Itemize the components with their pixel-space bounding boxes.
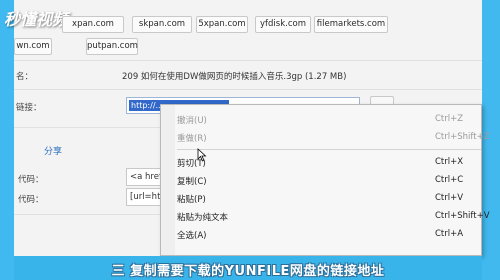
mouse-cursor-icon bbox=[197, 148, 207, 162]
menu-item-label: 重做(R) bbox=[177, 134, 207, 144]
menu-item-shortcut: Ctrl+Z bbox=[435, 114, 464, 124]
menu-item-cut[interactable]: 剪切(T) Ctrl+X bbox=[161, 154, 481, 172]
domain-button[interactable]: xpan.com bbox=[62, 16, 124, 33]
menu-item-shortcut: Ctrl+X bbox=[435, 157, 464, 167]
subtitle-bar: 三 复制需要下载的YUNFILE网盘的链接地址 bbox=[14, 256, 482, 280]
watermark-logo: 秒懂视频 bbox=[4, 10, 69, 29]
domain-button[interactable]: putpan.com bbox=[86, 38, 138, 55]
domain-button[interactable]: wn.com bbox=[14, 38, 52, 55]
download-link-label: 链接： bbox=[16, 103, 42, 113]
menu-separator bbox=[177, 149, 481, 150]
share-section-title: 分享 bbox=[44, 147, 63, 157]
menu-item-label: 全选(A) bbox=[177, 231, 207, 241]
divider bbox=[14, 60, 482, 61]
menu-item-label: 复制(C) bbox=[177, 177, 207, 187]
html-code-label: 代码： bbox=[18, 175, 44, 185]
domain-button[interactable]: skpan.com bbox=[132, 16, 192, 33]
menu-item-select-all[interactable]: 全选(A) Ctrl+A bbox=[161, 226, 481, 244]
menu-item-shortcut: Ctrl+Shift+Z bbox=[435, 132, 490, 142]
forum-code-label: 代码： bbox=[18, 195, 44, 205]
file-name-value: 209 如何在使用DW做网页的时候插入音乐.3gp (1.27 MB) bbox=[122, 72, 347, 82]
menu-item-shortcut: Ctrl+C bbox=[435, 175, 464, 185]
context-menu: 撤消(U) Ctrl+Z 重做(R) Ctrl+Shift+Z 剪切(T) Ct… bbox=[160, 104, 490, 256]
menu-item-shortcut: Ctrl+A bbox=[435, 229, 464, 239]
menu-item-label: 粘贴为纯文本 bbox=[177, 213, 229, 223]
menu-item-copy[interactable]: 复制(C) Ctrl+C bbox=[161, 172, 481, 190]
menu-item-shortcut: Ctrl+Shift+V bbox=[435, 211, 490, 221]
divider bbox=[14, 89, 482, 90]
file-name-label: 名： bbox=[16, 72, 34, 82]
menu-item-shortcut: Ctrl+V bbox=[435, 193, 464, 203]
menu-item-paste[interactable]: 粘贴(P) Ctrl+V bbox=[161, 190, 481, 208]
left-border bbox=[0, 0, 14, 280]
menu-item-label: 撤消(U) bbox=[177, 116, 207, 126]
domain-button[interactable]: 5xpan.com bbox=[196, 16, 248, 33]
video-subtitle: 三 复制需要下载的YUNFILE网盘的链接地址 bbox=[111, 264, 385, 279]
menu-item-paste-plain[interactable]: 粘贴为纯文本 Ctrl+Shift+V bbox=[161, 208, 490, 226]
domain-button[interactable]: yfdisk.com bbox=[255, 16, 311, 33]
menu-item-redo[interactable]: 重做(R) Ctrl+Shift+Z bbox=[161, 129, 490, 147]
menu-item-undo[interactable]: 撤消(U) Ctrl+Z bbox=[161, 111, 481, 129]
domain-button[interactable]: filemarkets.com bbox=[314, 16, 388, 33]
menu-item-label: 粘贴(P) bbox=[177, 195, 206, 205]
